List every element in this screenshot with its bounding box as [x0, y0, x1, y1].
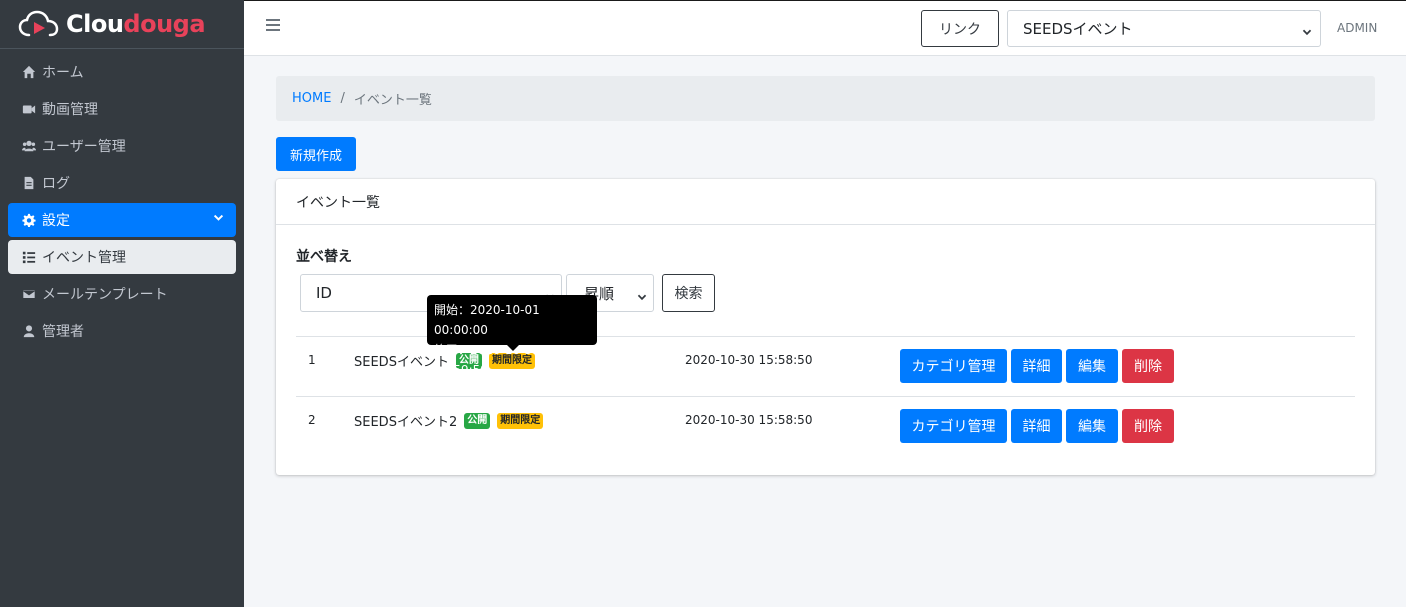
- category-manage-button[interactable]: カテゴリ管理: [900, 409, 1007, 443]
- breadcrumb-home-link[interactable]: HOME: [292, 91, 331, 106]
- delete-button[interactable]: 削除: [1122, 409, 1174, 443]
- detail-button[interactable]: 詳細: [1011, 409, 1062, 443]
- sidebar-item-label: ユーザー管理: [42, 139, 126, 155]
- row-actions: カテゴリ管理 詳細 編集 削除: [900, 409, 1178, 443]
- user-icon: [21, 324, 37, 338]
- sidebar-item-event-management[interactable]: イベント管理: [8, 240, 236, 274]
- event-date: 2020-10-30 15:58:50: [685, 413, 813, 427]
- sidebar-item-label: 設定: [42, 213, 70, 229]
- card-title: イベント一覧: [276, 179, 1375, 225]
- tooltip-start: 開始：2020-10-01 00:00:00: [434, 303, 540, 337]
- home-icon: [21, 65, 37, 79]
- sidebar-item-label: ログ: [42, 176, 70, 192]
- sidebar-item-home[interactable]: ホーム: [8, 55, 236, 89]
- event-name: SEEDSイベント2: [354, 415, 458, 430]
- event-name-cell: SEEDSイベント2 公開 期間限定: [354, 411, 544, 430]
- hamburger-menu-icon[interactable]: [266, 19, 280, 33]
- sort-label: 並べ替え: [296, 249, 352, 265]
- tooltip-arrow: [507, 345, 519, 351]
- chevron-down-icon: [637, 289, 647, 307]
- event-id: 2: [308, 413, 316, 427]
- sidebar-item-admins[interactable]: 管理者: [8, 314, 236, 348]
- sidebar: Cloudouga ホーム 動画管理 ユーザー管理 ログ 設定 イベント管理 メ…: [0, 0, 244, 607]
- event-select[interactable]: SEEDSイベント: [1007, 10, 1321, 47]
- sidebar-item-label: 管理者: [42, 324, 84, 340]
- event-id: 1: [308, 353, 316, 367]
- breadcrumb-current: イベント一覧: [353, 93, 432, 108]
- top-navbar: リンク SEEDSイベント ADMIN: [244, 0, 1406, 56]
- table-row: 2 SEEDSイベント2 公開 期間限定 2020-10-30 15:58:50…: [296, 396, 1355, 456]
- link-button[interactable]: リンク: [921, 10, 999, 47]
- list-icon: [21, 250, 37, 264]
- admin-user-label[interactable]: ADMIN: [1337, 21, 1377, 35]
- sidebar-item-label: メールテンプレート: [42, 287, 168, 303]
- sidebar-item-log[interactable]: ログ: [8, 166, 236, 200]
- event-select-value: SEEDSイベント: [1023, 20, 1133, 38]
- brand-name: Cloudouga: [66, 10, 206, 38]
- brand[interactable]: Cloudouga: [0, 0, 244, 49]
- sidebar-item-videos[interactable]: 動画管理: [8, 92, 236, 126]
- file-icon: [21, 176, 37, 190]
- sidebar-item-settings[interactable]: 設定: [8, 203, 236, 237]
- event-date: 2020-10-30 15:58:50: [685, 353, 813, 367]
- sidebar-item-mail-template[interactable]: メールテンプレート: [8, 277, 236, 311]
- users-icon: [21, 139, 37, 153]
- search-button[interactable]: 検索: [662, 274, 715, 312]
- chevron-down-icon: [213, 212, 224, 228]
- status-badge-limited[interactable]: 期間限定: [497, 412, 544, 429]
- cloud-video-logo-icon: [18, 10, 59, 37]
- sidebar-item-label: 動画管理: [42, 102, 98, 118]
- edit-button[interactable]: 編集: [1066, 409, 1118, 443]
- breadcrumb: HOME / イベント一覧: [276, 76, 1375, 121]
- chevron-down-icon: [1302, 24, 1312, 42]
- detail-button[interactable]: 詳細: [1011, 349, 1062, 383]
- video-icon: [21, 102, 37, 116]
- gear-icon: [21, 213, 37, 227]
- status-badge-public: 公開: [464, 412, 491, 429]
- row-actions: カテゴリ管理 詳細 編集 削除: [900, 349, 1178, 383]
- sidebar-item-users[interactable]: ユーザー管理: [8, 129, 236, 163]
- sidebar-item-label: ホーム: [42, 65, 84, 81]
- sort-field-value: ID: [316, 284, 332, 302]
- sidebar-item-label: イベント管理: [42, 250, 126, 266]
- period-tooltip: 開始：2020-10-01 00:00:00 終了：2020-10-31 23:…: [427, 295, 597, 377]
- breadcrumb-separator: /: [340, 91, 345, 106]
- new-event-button[interactable]: 新規作成: [276, 137, 356, 171]
- category-manage-button[interactable]: カテゴリ管理: [900, 349, 1007, 383]
- sidebar-nav: ホーム 動画管理 ユーザー管理 ログ 設定 イベント管理 メールテンプレート 管…: [0, 49, 244, 348]
- envelope-icon: [21, 287, 37, 301]
- edit-button[interactable]: 編集: [1066, 349, 1118, 383]
- delete-button[interactable]: 削除: [1122, 349, 1174, 383]
